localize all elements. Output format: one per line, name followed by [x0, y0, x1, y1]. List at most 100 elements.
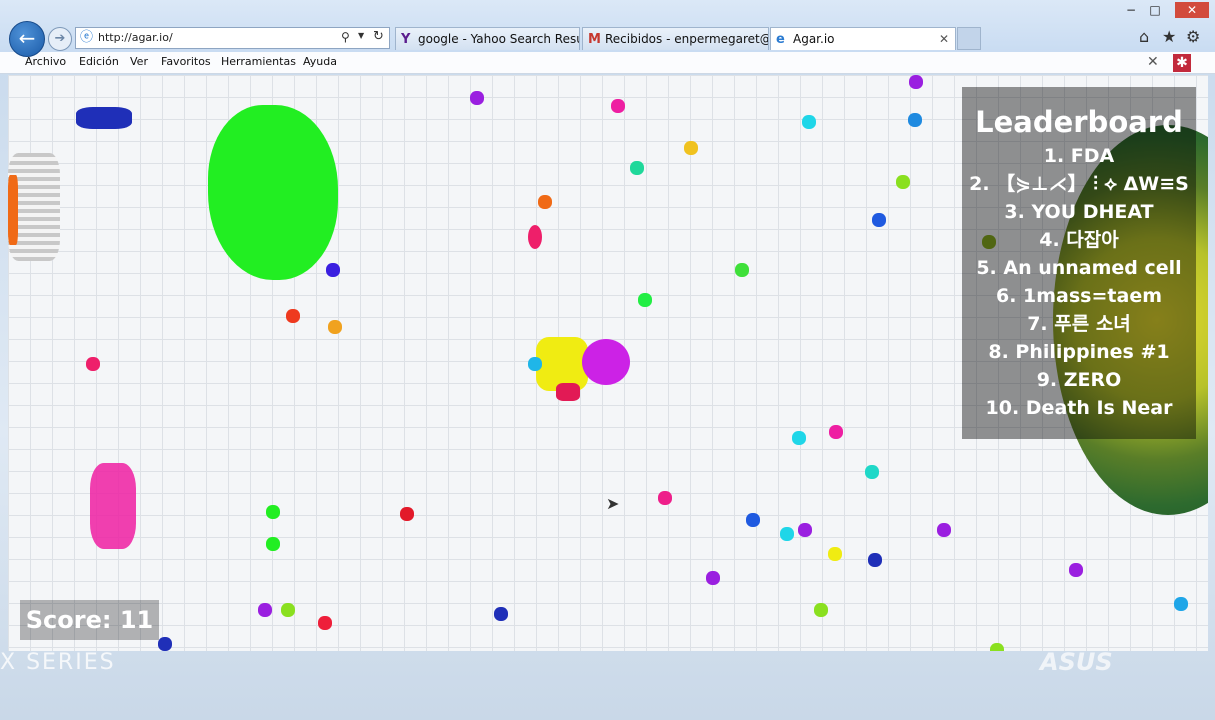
forward-button[interactable]: ➔	[48, 27, 72, 51]
food-pellet	[266, 537, 280, 551]
food-pellet	[814, 603, 828, 617]
asus-logo: ASUS	[1040, 648, 1113, 676]
close-icon[interactable]: ✕	[1147, 54, 1159, 70]
food-pellet	[266, 505, 280, 519]
leaderboard-entry: 4. 다잡아	[1039, 229, 1119, 251]
refresh-icon[interactable]: ↻	[373, 29, 384, 44]
leaderboard-entry: 10. Death Is Near	[985, 397, 1173, 419]
ie-page-icon: e	[776, 32, 785, 47]
leaderboard-entry: 6. 1mass=taem	[995, 285, 1163, 307]
food-pellet	[494, 607, 508, 621]
food-pellet	[400, 507, 414, 521]
leaderboard-entry: 3. YOU DHEAT	[1004, 201, 1154, 223]
tab-label: Recibidos - enpermegaret@g...	[605, 32, 768, 46]
menu-ver[interactable]: Ver	[130, 55, 148, 68]
green-player-cell	[208, 105, 338, 280]
minimize-button[interactable]: −	[1118, 2, 1144, 18]
back-arrow-icon: ←	[18, 26, 36, 50]
food-pellet	[865, 465, 879, 479]
food-pellet	[896, 175, 910, 189]
tab-label: google - Yahoo Search Results	[418, 32, 579, 46]
food-pellet	[281, 603, 295, 617]
red-cell-fragment	[556, 383, 580, 401]
food-pellet	[990, 643, 1004, 651]
back-button[interactable]: ←	[9, 21, 45, 57]
menu-favoritos[interactable]: Favoritos	[161, 55, 211, 68]
game-canvas[interactable]: ➤ Leaderboard 1. FDA 2. 【⋟⊥⋌】 ⫶ ⟡ ΔW≡S 3…	[8, 75, 1208, 651]
food-pellet	[538, 195, 552, 209]
menu-bar: Archivo Edición Ver Favoritos Herramient…	[0, 52, 1215, 74]
gmail-icon: M	[588, 32, 601, 47]
url-text: http://agar.io/	[98, 31, 173, 44]
forward-arrow-icon: ➔	[54, 31, 66, 46]
food-pellet	[706, 571, 720, 585]
food-pellet	[158, 637, 172, 651]
search-icon[interactable]: ⚲	[341, 30, 350, 44]
food-pellet	[909, 75, 923, 89]
close-window-button[interactable]: ✕	[1175, 2, 1209, 18]
tab-agario[interactable]: e Agar.io ✕	[770, 27, 956, 50]
mouse-cursor-icon: ➤	[606, 494, 620, 513]
leaderboard-title: Leaderboard	[975, 105, 1183, 139]
menu-edicion[interactable]: Edición	[79, 55, 119, 68]
food-pellet	[792, 431, 806, 445]
food-pellet	[528, 357, 542, 371]
gear-icon[interactable]: ⚙	[1186, 27, 1200, 46]
yahoo-icon: Y	[401, 32, 411, 47]
browser-title-bar: − □ ✕ ➔ ⓔ http://agar.io/ ⚲ ▼ ↻ Y google…	[0, 0, 1215, 52]
food-pellet	[470, 91, 484, 105]
food-pellet	[798, 523, 812, 537]
close-tab-icon[interactable]: ✕	[939, 28, 949, 50]
food-pellet	[286, 309, 300, 323]
favorites-star-icon[interactable]: ★	[1162, 27, 1176, 46]
food-pellet	[872, 213, 886, 227]
ie-logo-icon: ⓔ	[80, 30, 94, 45]
food-pellet	[746, 513, 760, 527]
food-pellet	[611, 99, 625, 113]
food-pellet	[326, 263, 340, 277]
leaderboard-entry: 8. Philippines #1	[988, 341, 1170, 363]
chevron-down-icon[interactable]: ▼	[358, 31, 364, 40]
food-pellet	[258, 603, 272, 617]
leaderboard: Leaderboard 1. FDA 2. 【⋟⊥⋌】 ⫶ ⟡ ΔW≡S 3. …	[962, 87, 1196, 439]
addon-icon[interactable]: ✱	[1173, 54, 1191, 72]
leaderboard-entry: 5. An unnamed cell	[976, 257, 1182, 279]
food-pellet	[1069, 563, 1083, 577]
food-pellet	[630, 161, 644, 175]
food-pellet	[829, 425, 843, 439]
tab-yahoo-search[interactable]: Y google - Yahoo Search Results	[395, 27, 580, 50]
tab-label: Agar.io	[793, 32, 835, 46]
leaderboard-entry: 7. 푸른 소녀	[1027, 313, 1131, 335]
food-pellet	[684, 141, 698, 155]
food-pellet	[638, 293, 652, 307]
food-pellet	[318, 616, 332, 630]
food-pellet	[735, 263, 749, 277]
blue-cell-cluster	[76, 107, 132, 129]
food-pellet	[86, 357, 100, 371]
tab-gmail[interactable]: M Recibidos - enpermegaret@g...	[582, 27, 769, 50]
food-pellet	[1174, 597, 1188, 611]
desktop-wallpaper-text: X SERIES	[0, 650, 116, 675]
score-display: Score: 11	[20, 600, 159, 640]
magenta-cell-cluster	[90, 463, 136, 549]
orange-cell-fragment	[8, 175, 18, 245]
food-pellet	[908, 113, 922, 127]
address-bar[interactable]: ⓔ http://agar.io/ ⚲ ▼ ↻	[75, 27, 390, 49]
leaderboard-list: 1. FDA 2. 【⋟⊥⋌】 ⫶ ⟡ ΔW≡S 3. YOU DHEAT 4.…	[962, 142, 1196, 422]
food-pellet	[802, 115, 816, 129]
leaderboard-entry: 1. FDA	[1043, 145, 1115, 167]
pink-cell	[528, 225, 542, 249]
menu-herramientas[interactable]: Herramientas	[221, 55, 296, 68]
new-tab-button[interactable]	[957, 27, 981, 50]
leaderboard-entry: 2. 【⋟⊥⋌】 ⫶ ⟡ ΔW≡S	[969, 173, 1189, 195]
food-pellet	[658, 491, 672, 505]
maximize-button[interactable]: □	[1142, 2, 1168, 18]
food-pellet	[828, 547, 842, 561]
food-pellet	[937, 523, 951, 537]
home-icon[interactable]: ⌂	[1139, 27, 1149, 46]
food-pellet	[328, 320, 342, 334]
player-cell	[582, 339, 630, 385]
menu-ayuda[interactable]: Ayuda	[303, 55, 337, 68]
menu-archivo[interactable]: Archivo	[25, 55, 66, 68]
leaderboard-entry: 9. ZERO	[1036, 369, 1122, 391]
